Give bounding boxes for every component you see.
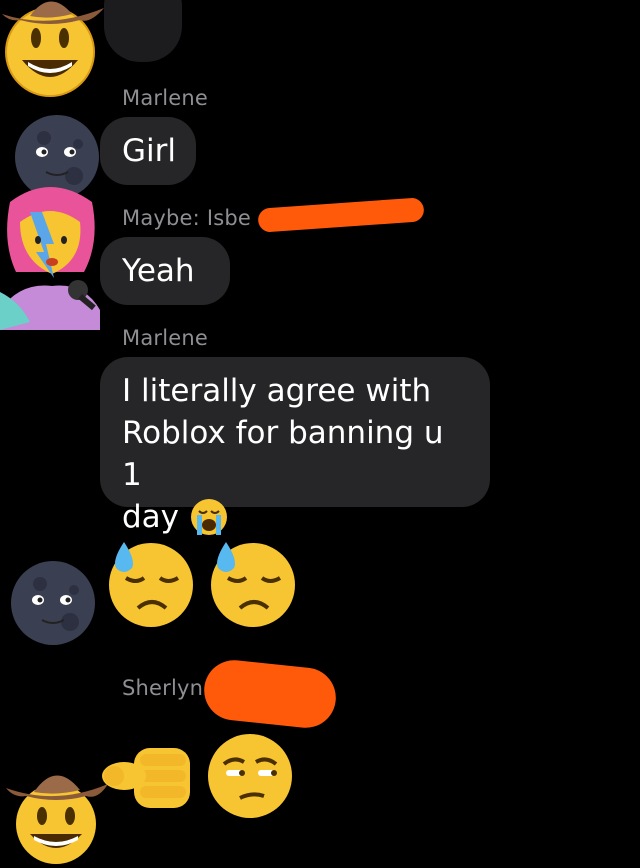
sender-name-sherlyn: Sherlyn [122, 676, 204, 700]
message-line-3: day [122, 496, 468, 538]
singer-avatar[interactable] [0, 182, 106, 330]
backhand-index-pointing-at-viewer-icon [102, 748, 190, 808]
message-text: Yeah [122, 253, 195, 289]
emoji-message-unamused[interactable] [204, 730, 296, 822]
message-text: Girl [122, 133, 176, 169]
message-line-2: Roblox for banning u 1 [122, 415, 444, 493]
unamused-face-icon [208, 734, 292, 818]
previous-message-bubble[interactable] [104, 0, 182, 62]
loudly-crying-face-icon [191, 499, 228, 535]
redaction-scribble-2 [201, 657, 339, 731]
woman-singer-icon [0, 187, 100, 330]
sender-name-marlene: Marlene [122, 86, 209, 110]
cowboy-hat-face-icon [6, 775, 108, 864]
message-line-1: I literally agree with [122, 373, 432, 409]
moon-avatar-2[interactable] [10, 560, 96, 646]
sender-name-isbe: Maybe: Isbe [122, 206, 251, 230]
cowboy-hat-face-icon [2, 1, 104, 97]
emoji-message-downcast-2[interactable] [206, 538, 296, 628]
emoji-message-pointing[interactable] [100, 734, 196, 820]
cowboy-avatar-bottom[interactable] [4, 754, 110, 864]
downcast-face-with-sweat-icon [211, 542, 295, 627]
message-bubble-yeah[interactable]: Yeah [100, 237, 230, 305]
message-bubble-girl[interactable]: Girl [100, 117, 196, 185]
downcast-face-with-sweat-icon [109, 542, 193, 627]
cowboy-avatar-top[interactable] [0, 0, 110, 110]
new-moon-face-icon [11, 561, 95, 645]
redaction-scribble-1 [257, 197, 425, 233]
sender-name-marlene-2: Marlene [122, 326, 209, 350]
emoji-message-downcast-1[interactable] [104, 538, 194, 628]
message-bubble-long[interactable]: I literally agree with Roblox for bannin… [100, 357, 490, 535]
